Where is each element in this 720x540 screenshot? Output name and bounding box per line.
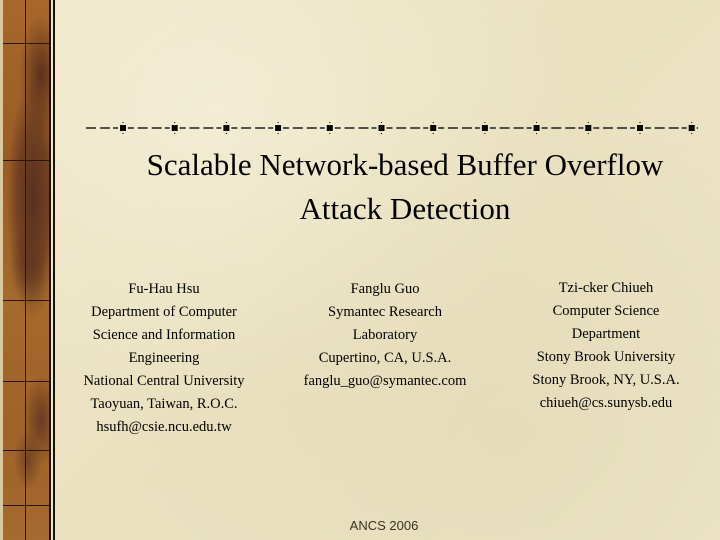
- footer-text: ANCS 2006: [349, 518, 419, 533]
- band-horizontal-line: [3, 300, 50, 301]
- divider-dot: [174, 122, 176, 123]
- divider-dot: [691, 122, 693, 123]
- divider-dot: [225, 122, 227, 123]
- slide: Scalable Network-based Buffer Overflow A…: [0, 0, 720, 540]
- author-email: chiueh@cs.sunysb.edu: [539, 395, 673, 411]
- divider-square: [533, 125, 540, 131]
- band-vertical-line: [25, 0, 26, 540]
- divider-dot: [639, 133, 641, 134]
- divider-square: [481, 125, 488, 131]
- slide-title: Scalable Network-based Buffer Overflow A…: [80, 143, 720, 231]
- band-horizontal-line: [3, 43, 50, 44]
- band-horizontal-line: [3, 160, 50, 161]
- author-location: Stony Brook, NY, U.S.A.: [532, 372, 680, 388]
- divider-dot: [587, 133, 589, 134]
- divider-dot: [277, 133, 279, 134]
- divider-dot: [432, 133, 434, 134]
- author-affiliation: Department of Computer: [91, 304, 237, 320]
- band-horizontal-line: [3, 381, 50, 382]
- divider-dot: [277, 122, 279, 123]
- author-location: Taoyuan, Taiwan, R.O.C.: [90, 396, 238, 412]
- divider-square: [688, 125, 695, 131]
- author-name: Fu-Hau Hsu: [128, 281, 200, 297]
- band-horizontal-line: [3, 450, 50, 451]
- divider-square: [378, 125, 385, 131]
- divider-square: [223, 125, 230, 131]
- divider-square: [585, 125, 592, 131]
- divider-dot: [484, 133, 486, 134]
- divider-dot: [639, 122, 641, 123]
- divider-square: [120, 125, 126, 131]
- author-affiliation: Science and Information: [92, 327, 236, 343]
- decorative-divider: [86, 122, 698, 134]
- divider-dot: [381, 133, 382, 134]
- author-affiliation: Department: [571, 326, 641, 342]
- divider-dot: [381, 122, 382, 123]
- author-name: Tzi-cker Chiueh: [558, 280, 654, 296]
- divider-dot: [122, 122, 124, 123]
- divider-dot: [122, 133, 124, 134]
- author-affiliation: Engineering: [128, 350, 200, 366]
- divider-dot: [329, 133, 331, 134]
- divider-dot: [329, 122, 331, 123]
- author-institution: Stony Brook University: [536, 349, 676, 365]
- title-line: Attack Detection: [299, 191, 511, 226]
- divider-dot: [536, 133, 538, 134]
- divider-square: [275, 125, 282, 131]
- title-line: Scalable Network-based Buffer Overflow: [146, 147, 664, 182]
- divider-dot: [587, 122, 589, 123]
- divider-dot: [484, 122, 486, 123]
- band-horizontal-line: [3, 505, 50, 506]
- author-email: fanglu_guo@symantec.com: [303, 373, 467, 389]
- author-block-chiueh: Tzi-cker Chiueh Computer Science Departm…: [506, 277, 706, 415]
- divider-dot: [432, 122, 434, 123]
- band-edge-line: [53, 0, 55, 540]
- divider-square: [171, 125, 178, 131]
- author-affiliation: Laboratory: [352, 327, 418, 343]
- divider-dot: [691, 133, 693, 134]
- author-block-hsu: Fu-Hau Hsu Department of Computer Scienc…: [64, 278, 264, 439]
- divider-square: [637, 125, 643, 131]
- author-institution: National Central University: [83, 373, 245, 389]
- divider-square: [430, 125, 437, 131]
- author-affiliation: Symantec Research: [328, 304, 442, 320]
- divider-square: [326, 125, 333, 131]
- divider-dot: [536, 122, 538, 123]
- author-location: Cupertino, CA, U.S.A.: [318, 350, 452, 366]
- author-affiliation: Computer Science: [552, 303, 660, 319]
- author-name: Fanglu Guo: [350, 281, 420, 297]
- author-email: hsufh@csie.ncu.edu.tw: [96, 419, 232, 435]
- divider-dot: [174, 133, 176, 134]
- author-block-guo: Fanglu Guo Symantec Research Laboratory …: [285, 278, 485, 393]
- divider-dot: [225, 133, 227, 134]
